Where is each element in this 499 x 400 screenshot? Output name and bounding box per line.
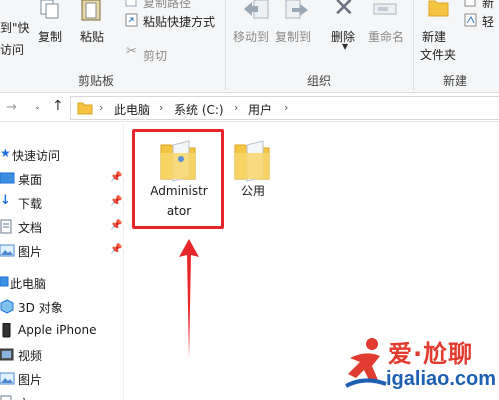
breadcrumb-separator-icon[interactable]: ›	[284, 101, 288, 114]
nav-item-pictures[interactable]: 图片 📌	[0, 239, 124, 263]
document-icon	[0, 219, 12, 234]
folder-name-public[interactable]: 公用	[223, 181, 283, 201]
paste-icon[interactable]	[80, 0, 106, 22]
clipboard-group-label: 剪贴板	[78, 74, 115, 88]
cut-button[interactable]: 剪切	[143, 47, 167, 64]
nav-item-3d-objects[interactable]: 3D 对象	[0, 295, 124, 319]
pin-icon[interactable]: 📌	[110, 220, 122, 231]
folder-name-administrator-1[interactable]: Administr	[140, 181, 218, 201]
rename-icon[interactable]	[372, 0, 400, 20]
breadcrumb-separator-icon[interactable]: ›	[234, 101, 238, 114]
group-separator	[225, 0, 226, 90]
nav-item-desktop[interactable]: 桌面 📌	[0, 167, 124, 191]
pictures-icon	[0, 372, 15, 385]
watermark-text-domain: igaliao.com	[386, 368, 497, 390]
nav-item-label: 图片	[18, 373, 43, 387]
pin-icon[interactable]: 📌	[110, 244, 122, 255]
breadcrumb-this-pc[interactable]: 此电脑	[114, 101, 150, 118]
phone-icon	[2, 323, 11, 338]
user-folder-icon[interactable]	[159, 139, 199, 183]
organize-group-label: 组织	[307, 74, 332, 88]
breadcrumb-separator-icon[interactable]: ›	[159, 101, 163, 114]
copy-to-button[interactable]: 复制到	[275, 28, 311, 45]
nav-item-label: 图片	[18, 245, 43, 259]
back-icon[interactable]: →	[6, 100, 17, 115]
nav-item-documents[interactable]: 文档 📌	[0, 215, 124, 239]
nav-item-documents-pc[interactable]: 文	[0, 391, 124, 400]
nav-item-label: 此电脑	[10, 277, 47, 291]
nav-item-videos[interactable]: 视频	[0, 343, 124, 367]
group-separator	[413, 0, 414, 90]
copy-icon[interactable]	[38, 0, 62, 20]
pictures-icon	[0, 244, 15, 257]
nav-item-label: 快速访问	[12, 149, 61, 163]
star-icon: ★	[0, 146, 11, 160]
breadcrumb-separator-icon[interactable]: ›	[99, 101, 103, 114]
copy-to-icon[interactable]	[282, 0, 310, 24]
red-arrow-icon	[179, 239, 199, 359]
rename-button[interactable]: 重命名	[368, 28, 404, 45]
new-folder-button-line2[interactable]: 文件夹	[420, 46, 456, 63]
public-folder-icon[interactable]	[233, 139, 273, 183]
paste-shortcut-icon[interactable]	[124, 13, 140, 27]
pin-quick-access-label-2[interactable]: 访问	[0, 41, 24, 58]
copy-path-button[interactable]: 复制路径	[143, 0, 191, 11]
nav-item-this-pc[interactable]: 此电脑	[0, 271, 124, 295]
pin-quick-access-label-1[interactable]: 到"快	[0, 19, 30, 36]
watermark-text-cn: 爱·尬聊	[388, 340, 474, 368]
nav-item-label: Apple iPhone	[18, 323, 97, 337]
address-row: → ⌄ ↑ › 此电脑 › 系统 (C:) › 用户 ›	[0, 94, 499, 122]
document-icon	[0, 395, 12, 400]
paste-shortcut-button[interactable]: 粘贴快捷方式	[143, 13, 215, 30]
address-bar[interactable]: › 此电脑 › 系统 (C:) › 用户 ›	[70, 96, 499, 120]
easy-access-icon[interactable]	[463, 13, 479, 27]
ribbon: 到"快 访问 复制 粘贴 复制路径 粘贴快捷方式 ✂ 剪切 剪贴板 移动到 复制…	[0, 0, 499, 93]
recent-locations-icon[interactable]: ⌄	[34, 102, 41, 111]
watermark: 爱·尬聊 igaliao.com	[340, 328, 499, 400]
new-item-icon[interactable]	[463, 0, 479, 8]
new-item-button[interactable]: 新	[482, 0, 494, 11]
nav-item-label: 桌面	[18, 173, 43, 187]
folder-name-administrator-2[interactable]: ator	[140, 201, 218, 221]
download-arrow-icon: ↓	[0, 193, 11, 208]
copy-button[interactable]: 复制	[38, 28, 62, 45]
desktop-icon	[0, 172, 15, 184]
running-man-logo-icon	[345, 338, 387, 388]
move-to-button[interactable]: 移动到	[233, 28, 269, 45]
nav-item-label: 视频	[18, 349, 43, 363]
easy-access-button[interactable]: 轻	[482, 13, 494, 30]
cube-icon	[0, 299, 14, 314]
nav-item-label: 文	[18, 395, 30, 400]
pin-icon[interactable]: 📌	[110, 196, 122, 207]
new-folder-icon[interactable]	[428, 0, 450, 18]
breadcrumb-system-c[interactable]: 系统 (C:)	[174, 101, 224, 118]
nav-item-quick-access[interactable]: ★ 快速访问	[0, 143, 124, 167]
nav-item-apple-iphone[interactable]: Apple iPhone	[0, 319, 124, 343]
folder-small-icon	[77, 102, 93, 115]
breadcrumb-users[interactable]: 用户	[248, 101, 272, 118]
pin-icon[interactable]: 📌	[110, 172, 122, 183]
new-folder-button-line1[interactable]: 新建	[422, 28, 446, 45]
nav-item-pictures-pc[interactable]: 图片	[0, 367, 124, 391]
delete-dropdown-icon[interactable]: ▼	[342, 42, 348, 51]
nav-item-label: 3D 对象	[18, 301, 63, 315]
paste-button[interactable]: 粘贴	[80, 28, 104, 45]
up-icon[interactable]: ↑	[52, 98, 64, 114]
new-group-label: 新建	[443, 74, 468, 88]
scissors-icon[interactable]: ✂	[126, 44, 137, 59]
nav-item-downloads[interactable]: ↓ 下载 📌	[0, 191, 124, 215]
delete-icon[interactable]: ✕	[333, 0, 355, 22]
move-to-icon[interactable]	[242, 0, 270, 24]
nav-item-label: 文档	[18, 221, 43, 235]
copy-path-icon[interactable]	[124, 0, 140, 8]
navigation-pane: ★ 快速访问 桌面 📌 ↓ 下载 📌 文档 📌 图片 📌 此电脑 3D 对象 A…	[0, 123, 124, 400]
video-icon	[0, 348, 14, 361]
nav-item-label: 下载	[18, 197, 43, 211]
